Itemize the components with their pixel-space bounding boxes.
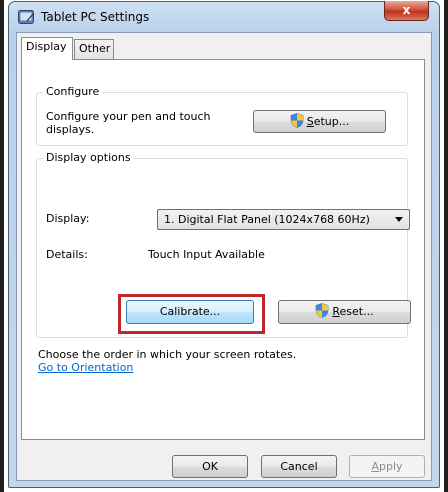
configure-description: Configure your pen and touch displays. — [46, 110, 211, 136]
reset-button-accel: R — [332, 305, 340, 318]
display-select[interactable]: 1. Digital Flat Panel (1024x768 60Hz) — [157, 209, 410, 230]
tab-display[interactable]: Display — [21, 37, 73, 60]
close-button[interactable]: x — [384, 1, 429, 21]
setup-button-suffix: etup... — [313, 115, 350, 128]
dropdown-arrow-icon — [395, 217, 403, 222]
uac-shield-icon — [316, 303, 329, 318]
tablet-pc-settings-window: Tablet PC Settings x Display Other Confi… — [8, 1, 440, 488]
ok-button[interactable]: OK — [172, 455, 248, 478]
apply-button[interactable]: Apply — [349, 455, 425, 478]
reset-button[interactable]: Reset... — [278, 300, 411, 324]
go-to-orientation-link[interactable]: Go to Orientation — [38, 361, 133, 374]
setup-button-accel: S — [306, 115, 314, 128]
window-title: Tablet PC Settings — [41, 10, 150, 24]
desktop-edge-left — [0, 0, 4, 492]
tablet-pc-app-icon — [18, 10, 34, 24]
configure-group-legend: Configure — [43, 85, 103, 98]
tab-other[interactable]: Other — [74, 39, 114, 59]
details-label: Details: — [46, 248, 88, 261]
setup-button[interactable]: Setup... — [253, 110, 386, 133]
rotation-description: Choose the order in which your screen ro… — [38, 348, 297, 361]
dialog-client-area: Display Other Configure Configure your p… — [16, 32, 432, 481]
apply-button-suffix: pply — [379, 460, 403, 473]
display-select-value: 1. Digital Flat Panel (1024x768 60Hz) — [164, 213, 370, 226]
cancel-button[interactable]: Cancel — [261, 455, 337, 478]
display-tab-panel: Configure Configure your pen and touch d… — [21, 59, 425, 440]
display-options-legend: Display options — [43, 151, 134, 164]
reset-button-suffix: eset... — [339, 305, 374, 318]
apply-button-accel: A — [371, 460, 379, 473]
calibrate-button[interactable]: Calibrate... — [126, 300, 254, 324]
details-value: Touch Input Available — [148, 248, 265, 261]
title-bar[interactable]: Tablet PC Settings x — [9, 1, 439, 30]
uac-shield-icon — [290, 113, 304, 128]
desktop-edge-right — [444, 0, 448, 492]
display-label: Display: — [46, 212, 90, 225]
